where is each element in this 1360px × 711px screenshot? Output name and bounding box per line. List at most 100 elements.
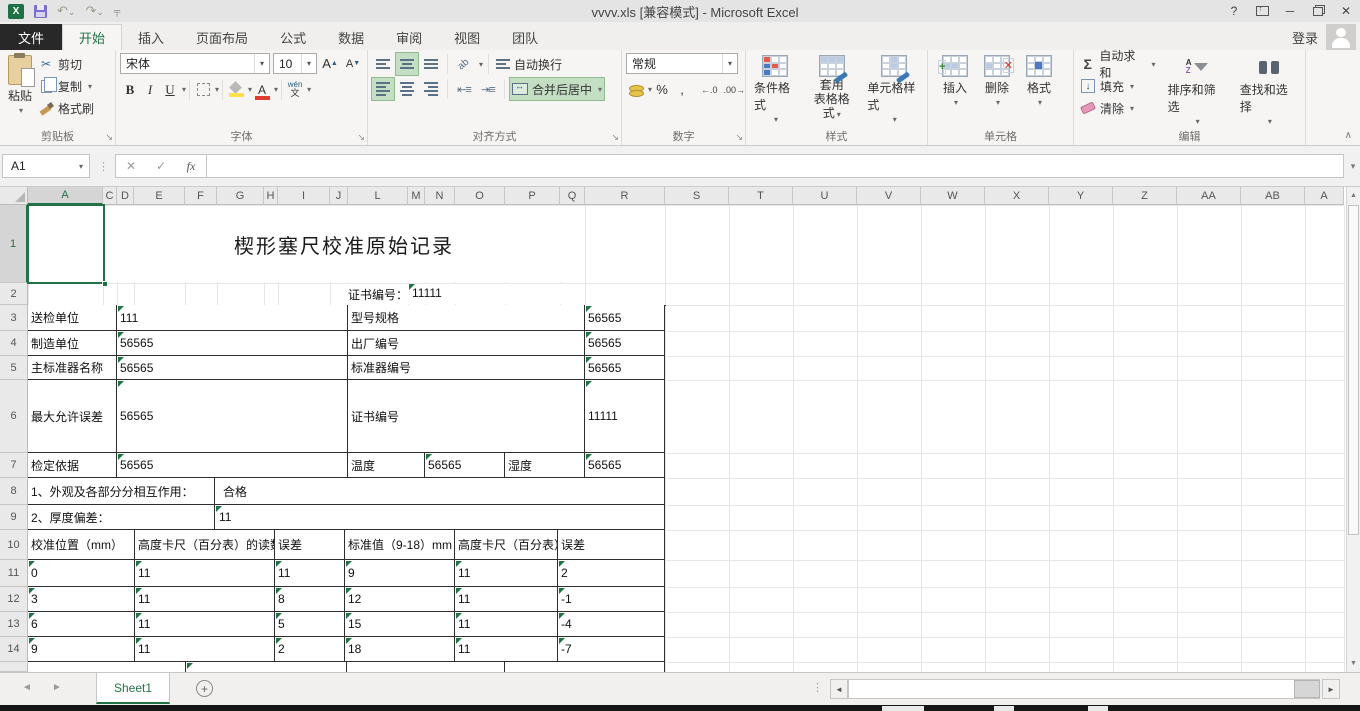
fill-handle[interactable] xyxy=(102,281,108,287)
cell[interactable]: 56565 xyxy=(585,331,665,356)
accounting-format-button[interactable] xyxy=(626,79,646,100)
wrap-text-button[interactable]: 自动换行 xyxy=(494,53,564,75)
column-header-Y[interactable]: Y xyxy=(1049,187,1113,205)
cell[interactable]: 5 xyxy=(275,612,345,637)
format-painter-button[interactable]: 格式刷 xyxy=(36,97,96,119)
row-header-6[interactable]: 6 xyxy=(0,380,28,453)
column-header-M[interactable]: M xyxy=(408,187,425,205)
cell[interactable]: 11 xyxy=(135,587,275,612)
cal-header-cell[interactable]: 高度卡尺（百分表） xyxy=(455,530,558,560)
cell[interactable]: 合格 xyxy=(215,478,665,505)
cut-button[interactable]: ✂剪切 xyxy=(36,53,96,75)
cell[interactable]: 11 xyxy=(135,637,275,662)
cell[interactable]: 出厂编号 xyxy=(348,331,585,356)
column-header-AB[interactable]: AB xyxy=(1241,187,1305,205)
cell[interactable]: 11 xyxy=(455,560,558,587)
minimize-button[interactable]: ─ xyxy=(1276,0,1304,22)
cell[interactable]: 湿度 xyxy=(505,453,585,478)
scroll-up-button[interactable]: ▲ xyxy=(1347,187,1360,204)
column-header-A[interactable]: A xyxy=(28,187,103,205)
column-header-AA[interactable]: AA xyxy=(1177,187,1241,205)
undo-icon[interactable]: ↶⌄ xyxy=(57,3,75,19)
horizontal-scrollbar-thumb[interactable] xyxy=(1294,680,1320,698)
row-header-14[interactable]: 14 xyxy=(0,637,28,662)
chevron-down-icon[interactable]: ▾ xyxy=(301,54,316,73)
row-header-7[interactable]: 7 xyxy=(0,453,28,478)
clear-button[interactable]: 清除▾ xyxy=(1078,97,1158,119)
sign-in[interactable]: 登录 xyxy=(1292,24,1360,50)
redo-icon[interactable]: ↷⌄ xyxy=(85,3,103,19)
cell-styles-button[interactable]: 单元格样式▾ xyxy=(863,53,924,129)
view-page-layout-button[interactable] xyxy=(994,706,1014,711)
name-box[interactable]: A1 ▾ xyxy=(2,154,90,178)
user-avatar-icon[interactable] xyxy=(1326,24,1356,50)
sheet-title-cell[interactable]: 楔形塞尺校准原始记录 xyxy=(104,205,584,283)
underline-button[interactable]: U xyxy=(160,79,180,100)
column-header-V[interactable]: V xyxy=(857,187,921,205)
cal-header-cell[interactable]: 标准值（9-18）mm xyxy=(345,530,455,560)
cell[interactable]: 温度 xyxy=(348,453,425,478)
close-button[interactable]: ✕ xyxy=(1332,0,1360,22)
fill-color-button[interactable] xyxy=(226,79,246,100)
tab-data[interactable]: 数据 xyxy=(322,24,380,50)
horizontal-scrollbar[interactable] xyxy=(848,679,1320,699)
column-header-J[interactable]: J xyxy=(330,187,348,205)
percent-style-button[interactable]: % xyxy=(652,79,672,100)
cell[interactable]: 2 xyxy=(558,560,665,587)
column-header-R[interactable]: R xyxy=(585,187,665,205)
top-align-button[interactable] xyxy=(372,53,394,75)
column-header-D[interactable]: D xyxy=(117,187,134,205)
partial-row-cell[interactable] xyxy=(186,662,347,672)
cell[interactable]: 标准器编号 xyxy=(348,356,585,380)
conditional-formatting-button[interactable]: 条件格式▾ xyxy=(750,53,800,129)
cell[interactable]: 证书编号 xyxy=(348,380,585,453)
cell[interactable]: 9 xyxy=(28,637,135,662)
restore-button[interactable] xyxy=(1304,0,1332,22)
cell[interactable]: 8 xyxy=(275,587,345,612)
row-header-4[interactable]: 4 xyxy=(0,331,28,356)
cell[interactable]: 15 xyxy=(345,612,455,637)
row-header-2[interactable]: 2 xyxy=(0,283,28,305)
vertical-scrollbar[interactable]: ▲ ▼ xyxy=(1346,187,1360,672)
cell[interactable]: 56565 xyxy=(117,331,348,356)
cell[interactable]: 11 xyxy=(455,612,558,637)
cell[interactable]: 56565 xyxy=(117,380,348,453)
font-size-combo[interactable]: 10▾ xyxy=(273,53,317,74)
insert-function-icon[interactable]: fx xyxy=(176,159,206,174)
active-cell-selection[interactable] xyxy=(27,204,105,284)
partial-row-cell[interactable] xyxy=(505,662,665,672)
tab-home[interactable]: 开始 xyxy=(62,24,122,50)
row-header-8[interactable]: 8 xyxy=(0,478,28,505)
vertical-scrollbar-thumb[interactable] xyxy=(1348,205,1359,535)
font-color-button[interactable]: A xyxy=(252,79,272,100)
select-all-button[interactable] xyxy=(0,187,28,205)
column-header-C[interactable]: C xyxy=(103,187,117,205)
row-header-13[interactable]: 13 xyxy=(0,612,28,637)
tab-file[interactable]: 文件 xyxy=(0,24,62,50)
tab-view[interactable]: 视图 xyxy=(438,24,496,50)
column-header-E[interactable]: E xyxy=(134,187,185,205)
cell[interactable]: 1、外观及各部分分相互作用： xyxy=(28,478,215,505)
phonetic-button[interactable]: wén文 xyxy=(285,79,305,100)
cert-value-cell[interactable]: 11111 xyxy=(412,286,492,306)
cell[interactable]: 11 xyxy=(455,587,558,612)
tab-formulas[interactable]: 公式 xyxy=(264,24,322,50)
previous-sheet-button[interactable]: ◄ xyxy=(22,682,32,693)
column-header-X[interactable]: X xyxy=(985,187,1049,205)
cell[interactable]: 56565 xyxy=(585,305,665,331)
next-sheet-button[interactable]: ► xyxy=(52,682,62,693)
column-header-Z[interactable]: Z xyxy=(1113,187,1177,205)
row-header-10[interactable]: 10 xyxy=(0,530,28,560)
scroll-down-button[interactable]: ▼ xyxy=(1347,655,1360,672)
font-dialog-launcher[interactable]: ↘ xyxy=(357,132,365,143)
cell[interactable]: 18 xyxy=(345,637,455,662)
delete-cells-button[interactable]: ✕ 删除▾ xyxy=(980,53,1014,129)
chevron-down-icon[interactable]: ▾ xyxy=(254,54,269,73)
cell[interactable]: 12 xyxy=(345,587,455,612)
column-header-U[interactable]: U xyxy=(793,187,857,205)
cell[interactable]: 11 xyxy=(215,505,665,530)
cell[interactable]: 11 xyxy=(455,637,558,662)
cell[interactable]: -1 xyxy=(558,587,665,612)
column-header-L[interactable]: L xyxy=(348,187,408,205)
row-header-1[interactable]: 1 xyxy=(0,205,28,283)
